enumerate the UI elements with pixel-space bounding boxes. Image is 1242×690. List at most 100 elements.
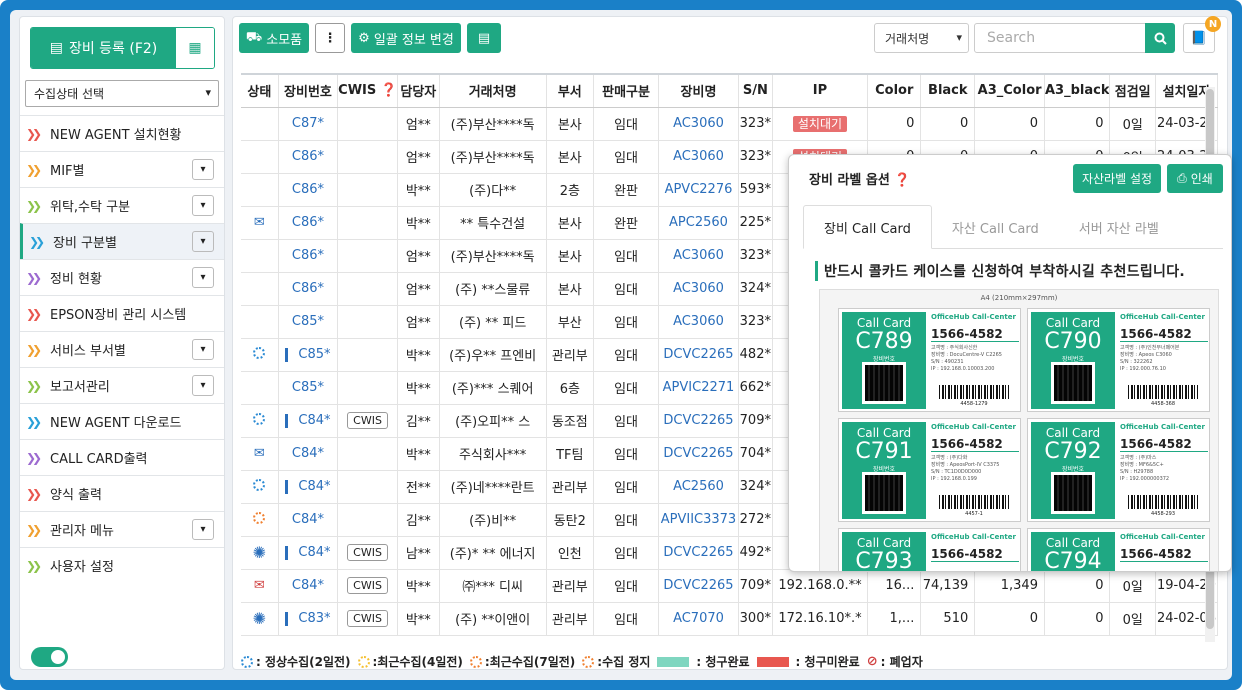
search-input[interactable]: Search [974,23,1146,53]
model-cell[interactable]: AC3060 [658,107,739,141]
grid-view-icon[interactable]: ▦ [176,28,214,68]
a3-black-cell: 0 [1044,569,1111,603]
model-cell[interactable]: AC2560 [658,470,739,504]
expand-chevron-icon[interactable]: ▾ [192,195,214,216]
column-header[interactable]: 상태 [241,75,279,108]
tab-equipment-call-card[interactable]: 장비 Call Card [803,205,932,249]
sidebar-item[interactable]: ❯❯ 장비 구분별 ▾ [20,223,224,259]
model-cell[interactable]: AC3060 [658,239,739,273]
bulk-change-button[interactable]: ⚙ 일괄 정보 변경 [351,23,461,53]
expand-chevron-icon[interactable]: ▾ [192,159,214,180]
model-cell[interactable]: DCVC2265 [658,338,739,372]
equipment-no-cell[interactable]: C84* [278,503,339,537]
column-header[interactable]: S/N [738,75,773,108]
model-cell[interactable]: AC3060 [658,272,739,306]
sidebar-item-label: 위탁,수탁 구분 [50,200,131,215]
model-cell[interactable]: AC7070 [658,602,739,636]
sidebar-item[interactable]: ❯❯ EPSON장비 관리 시스템 [20,295,224,331]
equipment-no-cell[interactable]: C85* [278,338,339,372]
equipment-no-cell[interactable]: C84* [278,404,339,438]
equipment-no-cell[interactable]: C85* [278,305,339,339]
equipment-no-cell[interactable]: C86* [278,272,339,306]
column-header[interactable]: 점검일 [1109,75,1156,108]
more-options-button[interactable]: ⋮ [315,23,345,53]
cwis-button[interactable]: CWIS [347,610,388,627]
model-cell[interactable]: DCVC2265 [658,404,739,438]
table-row[interactable]: ✉ C84* CWIS 박** ㈜*** 디씨 관리부 임대 DCVC2265 709* 192.… [241,569,1218,603]
sidebar-item[interactable]: ❯❯ 위탁,수탁 구분 ▾ [20,187,224,223]
print-list-button[interactable]: ▤ [467,23,501,53]
equipment-no-cell[interactable]: C84* [278,470,339,504]
status-select[interactable]: 수집상태 선택 ▾ [25,80,219,107]
expand-chevron-icon[interactable]: ▾ [192,339,214,360]
qr-code-icon [1051,472,1095,514]
sidebar-item[interactable]: ❯❯ 사용자 설정 [20,547,224,583]
register-main[interactable]: ▤ 장비 등록 (F2) [31,28,176,68]
equipment-no-cell[interactable]: C86* [278,173,339,207]
model-cell[interactable]: APVIC2271 [658,371,739,405]
column-header[interactable]: CWIS ❓ [337,75,398,108]
consumables-button[interactable]: ⛟ 소모품 [239,23,309,53]
model-cell[interactable]: APVIIC3373 [658,503,739,537]
column-header[interactable]: IP [772,75,869,108]
sidebar-item[interactable]: ❯❯ 정비 현황 ▾ [20,259,224,295]
model-cell[interactable]: APC2560 [658,206,739,240]
equipment-no-cell[interactable]: C85* [278,371,339,405]
help-icon[interactable]: ❓ [381,83,397,98]
equipment-no-cell[interactable]: C84* [278,437,339,471]
register-equipment-button[interactable]: ▤ 장비 등록 (F2) ▦ [30,27,215,69]
asset-label-settings-button[interactable]: 자산라벨 설정 [1073,164,1161,193]
qr-code-icon [862,472,906,514]
cwis-button[interactable]: CWIS [347,412,388,429]
bulk-change-label: 일괄 정보 변경 [373,32,454,48]
sidebar-item[interactable]: ❯❯ 양식 출력 [20,475,224,511]
table-row[interactable]: C87* 엄** (주)부산****독 본사 임대 AC3060 323* 설치대기 0 0 0 0 0… [241,107,1218,141]
expand-chevron-icon[interactable]: ▾ [192,375,214,396]
sidebar-item[interactable]: ❯❯ MIF별 ▾ [20,151,224,187]
column-header[interactable]: A3_Color [974,75,1045,108]
sidebar-item[interactable]: ❯❯ 서비스 부서별 ▾ [20,331,224,367]
equipment-no-cell[interactable]: C86* [278,206,339,240]
model-cell[interactable]: DCVC2265 [658,437,739,471]
equipment-no-cell[interactable]: C87* [278,107,339,141]
column-header[interactable]: 판매구분 [593,75,660,108]
sidebar-item[interactable]: ❯❯ 관리자 메뉴 ▾ [20,511,224,547]
column-header[interactable]: 장비명 [658,75,739,108]
column-header[interactable]: Black [920,75,976,108]
column-header[interactable]: 부서 [546,75,595,108]
legend-normal: : 정상수집(2일전) [256,655,351,669]
column-header[interactable]: 장비번호 [278,75,339,108]
column-header[interactable]: A3_black [1044,75,1111,108]
model-cell[interactable]: AC3060 [658,305,739,339]
sidebar-item[interactable]: ❯❯ 보고서관리 ▾ [20,367,224,403]
print-button[interactable]: ⎙ 인쇄 [1167,164,1223,193]
expand-chevron-icon[interactable]: ▾ [192,231,214,252]
model-cell[interactable]: APVC2276 [658,173,739,207]
theme-toggle[interactable] [31,647,68,667]
equipment-no-cell[interactable]: C86* [278,239,339,273]
column-header[interactable]: 거래처명 [439,75,547,108]
expand-chevron-icon[interactable]: ▾ [192,267,214,288]
expand-chevron-icon[interactable]: ▾ [192,519,214,540]
help-icon[interactable]: ❓ [894,173,910,188]
model-cell[interactable]: AC3060 [658,140,739,174]
tab-asset-call-card[interactable]: 자산 Call Card [932,205,1059,249]
sidebar-item[interactable]: ❯❯ NEW AGENT 다운로드 [20,403,224,439]
sidebar-item[interactable]: ❯❯ CALL CARD출력 [20,439,224,475]
equipment-no-cell[interactable]: C84* [278,569,339,603]
cwis-button[interactable]: CWIS [347,577,388,594]
model-cell[interactable]: DCVC2265 [658,569,739,603]
manager-cell: 박** [397,338,440,372]
equipment-no-cell[interactable]: C84* [278,536,339,570]
model-cell[interactable]: DCVC2265 [658,536,739,570]
cwis-button[interactable]: CWIS [347,544,388,561]
equipment-no-cell[interactable]: C86* [278,140,339,174]
column-header[interactable]: Color [867,75,922,108]
tab-server-asset-label[interactable]: 서버 자산 라벨 [1059,205,1179,249]
vendor-select[interactable]: 거래처명 ▾ [874,23,969,53]
sidebar-item[interactable]: ❯❯ NEW AGENT 설치현황 [20,115,224,151]
equipment-no-cell[interactable]: C83* [278,602,339,636]
table-row[interactable]: ✺ C83* CWIS 박** (주) **이앤이 관리부 임대 AC7070 300* 172.… [241,602,1218,636]
search-button[interactable] [1145,23,1175,53]
column-header[interactable]: 담당자 [397,75,440,108]
